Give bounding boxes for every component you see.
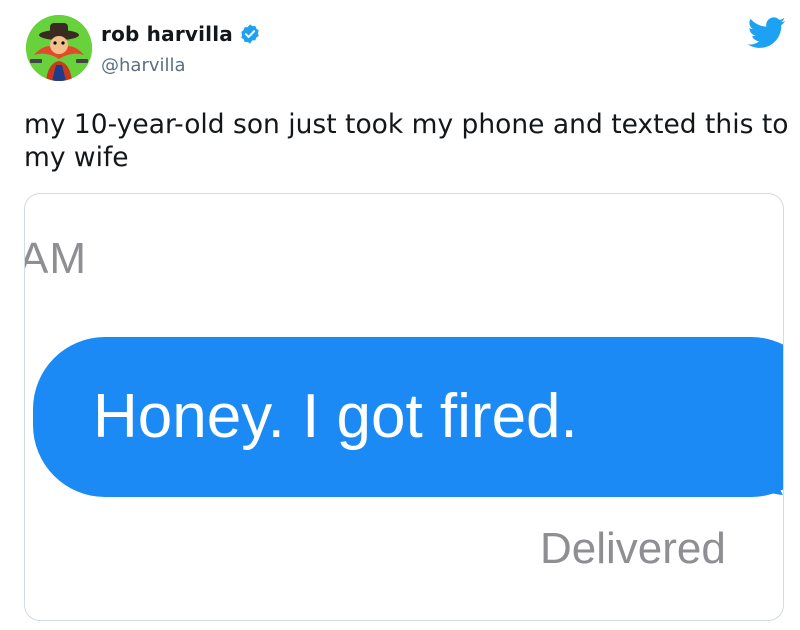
twitter-bird-icon[interactable]	[747, 17, 786, 49]
tweet-card: rob harvilla @harvilla my 10-year-old so…	[0, 0, 800, 630]
message-text: Honey. I got fired.	[93, 382, 578, 451]
bubble-tail-icon	[743, 449, 783, 495]
delivered-status: Delivered	[540, 524, 726, 573]
avatar[interactable]	[26, 15, 92, 81]
display-name[interactable]: rob harvilla	[101, 22, 233, 46]
message-time-label: AM	[24, 234, 87, 283]
tweet-media-screenshot[interactable]: AM Honey. I got fired. Delivered	[24, 193, 784, 621]
yosemite-sam-avatar-icon	[26, 15, 92, 81]
author-handle[interactable]: @harvilla	[101, 55, 186, 76]
tweet-text: my 10-year-old son just took my phone an…	[24, 109, 789, 173]
author-name-row: rob harvilla	[101, 22, 261, 46]
verified-badge-icon	[239, 23, 261, 45]
